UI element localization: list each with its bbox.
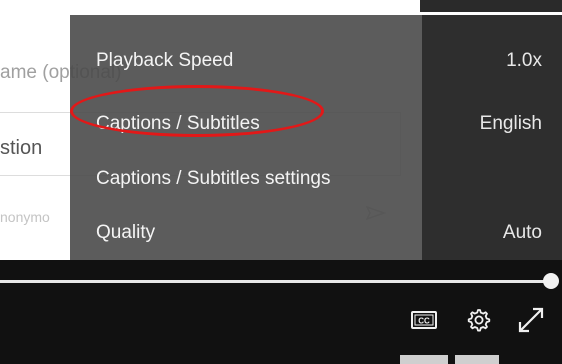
menu-item-value: 1.0x: [506, 50, 542, 71]
fullscreen-button[interactable]: [516, 305, 546, 335]
settings-button[interactable]: [463, 305, 493, 335]
menu-item-quality[interactable]: Quality Auto: [70, 206, 562, 262]
menu-item-value: Auto: [502, 222, 542, 243]
menu-item-label: Captions / Subtitles settings: [96, 168, 331, 189]
captions-button[interactable]: CC: [409, 309, 439, 331]
menu-item-captions-settings[interactable]: Captions / Subtitles settings: [70, 152, 562, 208]
menu-item-captions[interactable]: Captions / Subtitles English: [70, 97, 562, 153]
menu-item-label: Quality: [96, 222, 156, 243]
progress-handle[interactable]: [543, 273, 559, 289]
progress-fill: [0, 280, 551, 283]
menu-item-label: Captions / Subtitles: [96, 113, 260, 134]
player-top-edge: [420, 0, 562, 12]
gear-icon: [463, 309, 493, 339]
menu-item-playback-speed[interactable]: Playback Speed 1.0x: [70, 34, 562, 90]
menu-item-value: English: [479, 113, 542, 134]
bottom-strip-2: [455, 355, 499, 364]
anonymous-label: nonymo: [0, 209, 50, 225]
question-field-label: stion: [0, 137, 43, 159]
menu-item-label: Playback Speed: [96, 50, 234, 71]
settings-menu: Playback Speed 1.0x Captions / Subtitles…: [70, 15, 562, 260]
svg-text:CC: CC: [418, 317, 430, 326]
expand-icon: [516, 307, 546, 339]
bottom-strip-1: [400, 355, 448, 364]
closed-captions-icon: CC: [409, 311, 439, 335]
